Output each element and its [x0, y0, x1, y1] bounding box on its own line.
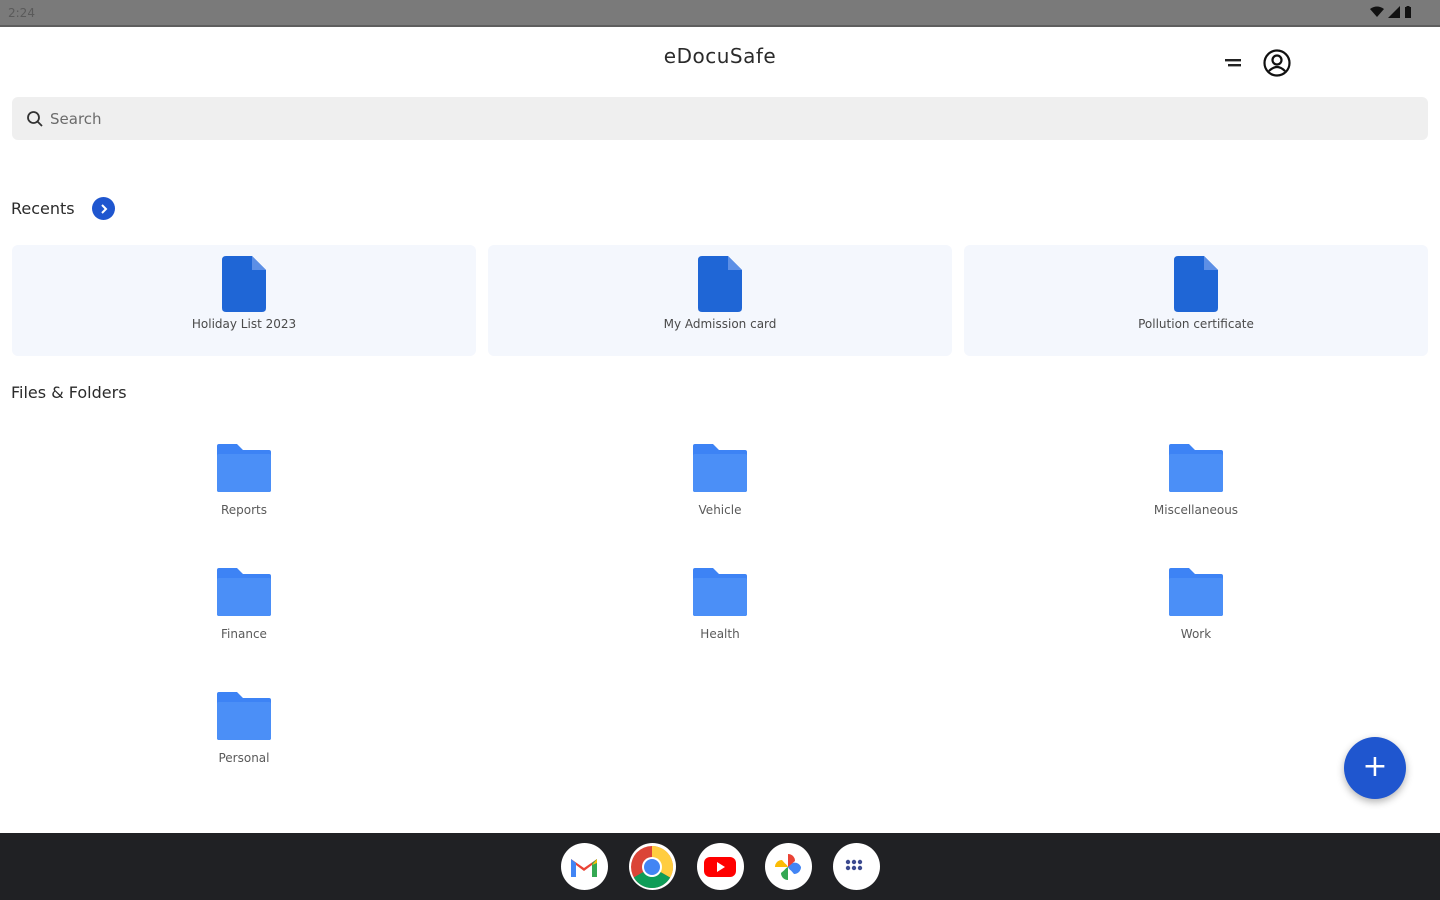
plus-icon: + — [1362, 748, 1388, 784]
status-icons — [1370, 6, 1412, 18]
folder-icon — [1169, 568, 1223, 616]
filter-button[interactable] — [1216, 46, 1250, 80]
folder-vehicle[interactable]: Vehicle — [620, 444, 820, 528]
gmail-icon — [571, 858, 597, 877]
folder-health[interactable]: Health — [620, 568, 820, 652]
document-icon — [222, 256, 266, 312]
recent-item[interactable]: Holiday List 2023 — [12, 245, 476, 356]
folder-label: Reports — [220, 503, 268, 517]
wifi-icon — [1370, 6, 1384, 17]
search-bar[interactable] — [12, 97, 1428, 140]
folder-icon — [217, 568, 271, 616]
recent-item-label: Pollution certificate — [1138, 317, 1254, 331]
chrome-icon — [631, 845, 674, 888]
recent-item[interactable]: My Admission card — [488, 245, 952, 356]
chrome-app[interactable] — [628, 843, 676, 890]
folder-reports[interactable]: Reports — [144, 444, 344, 528]
app-launcher[interactable] — [832, 843, 880, 890]
document-icon — [1174, 256, 1218, 312]
folder-label: Miscellaneous — [1153, 503, 1239, 517]
folder-label: Health — [700, 627, 740, 641]
youtube-app[interactable] — [696, 843, 744, 890]
search-input[interactable] — [50, 109, 1350, 128]
folder-label: Work — [1180, 627, 1212, 641]
folder-label: Finance — [221, 627, 267, 641]
folder-label: Personal — [218, 751, 270, 765]
app-launcher-icon — [845, 859, 863, 870]
recents-see-all-button[interactable] — [92, 197, 115, 220]
folder-icon — [217, 692, 271, 740]
battery-icon — [1405, 6, 1411, 18]
folder-finance[interactable]: Finance — [144, 568, 344, 652]
chevron-right-icon — [100, 203, 107, 214]
status-time: 2:24 — [8, 6, 35, 20]
folder-miscellaneous[interactable]: Miscellaneous — [1096, 444, 1296, 528]
photos-icon — [775, 853, 801, 880]
folder-icon — [693, 568, 747, 616]
search-icon — [27, 110, 43, 127]
account-circle-icon — [1263, 49, 1291, 77]
recent-item-label: My Admission card — [663, 317, 777, 331]
signal-icon — [1388, 6, 1400, 18]
status-bar: 2:24 — [0, 0, 1440, 27]
folder-personal[interactable]: Personal — [144, 692, 344, 776]
folder-icon — [217, 444, 271, 492]
document-icon — [698, 256, 742, 312]
folder-icon — [693, 444, 747, 492]
files-folders-title: Files & Folders — [11, 383, 127, 402]
filter-icon — [1225, 59, 1241, 67]
photos-app[interactable] — [764, 843, 812, 890]
recent-item-label: Holiday List 2023 — [191, 317, 297, 331]
youtube-icon — [704, 856, 736, 877]
folder-label: Vehicle — [698, 503, 742, 517]
taskbar — [0, 833, 1440, 900]
folder-icon — [1169, 444, 1223, 492]
folder-work[interactable]: Work — [1096, 568, 1296, 652]
recent-item[interactable]: Pollution certificate — [964, 245, 1428, 356]
gmail-app[interactable] — [560, 843, 608, 890]
account-button[interactable] — [1260, 46, 1294, 80]
add-button[interactable]: + — [1344, 737, 1406, 799]
recents-title: Recents — [11, 199, 75, 218]
